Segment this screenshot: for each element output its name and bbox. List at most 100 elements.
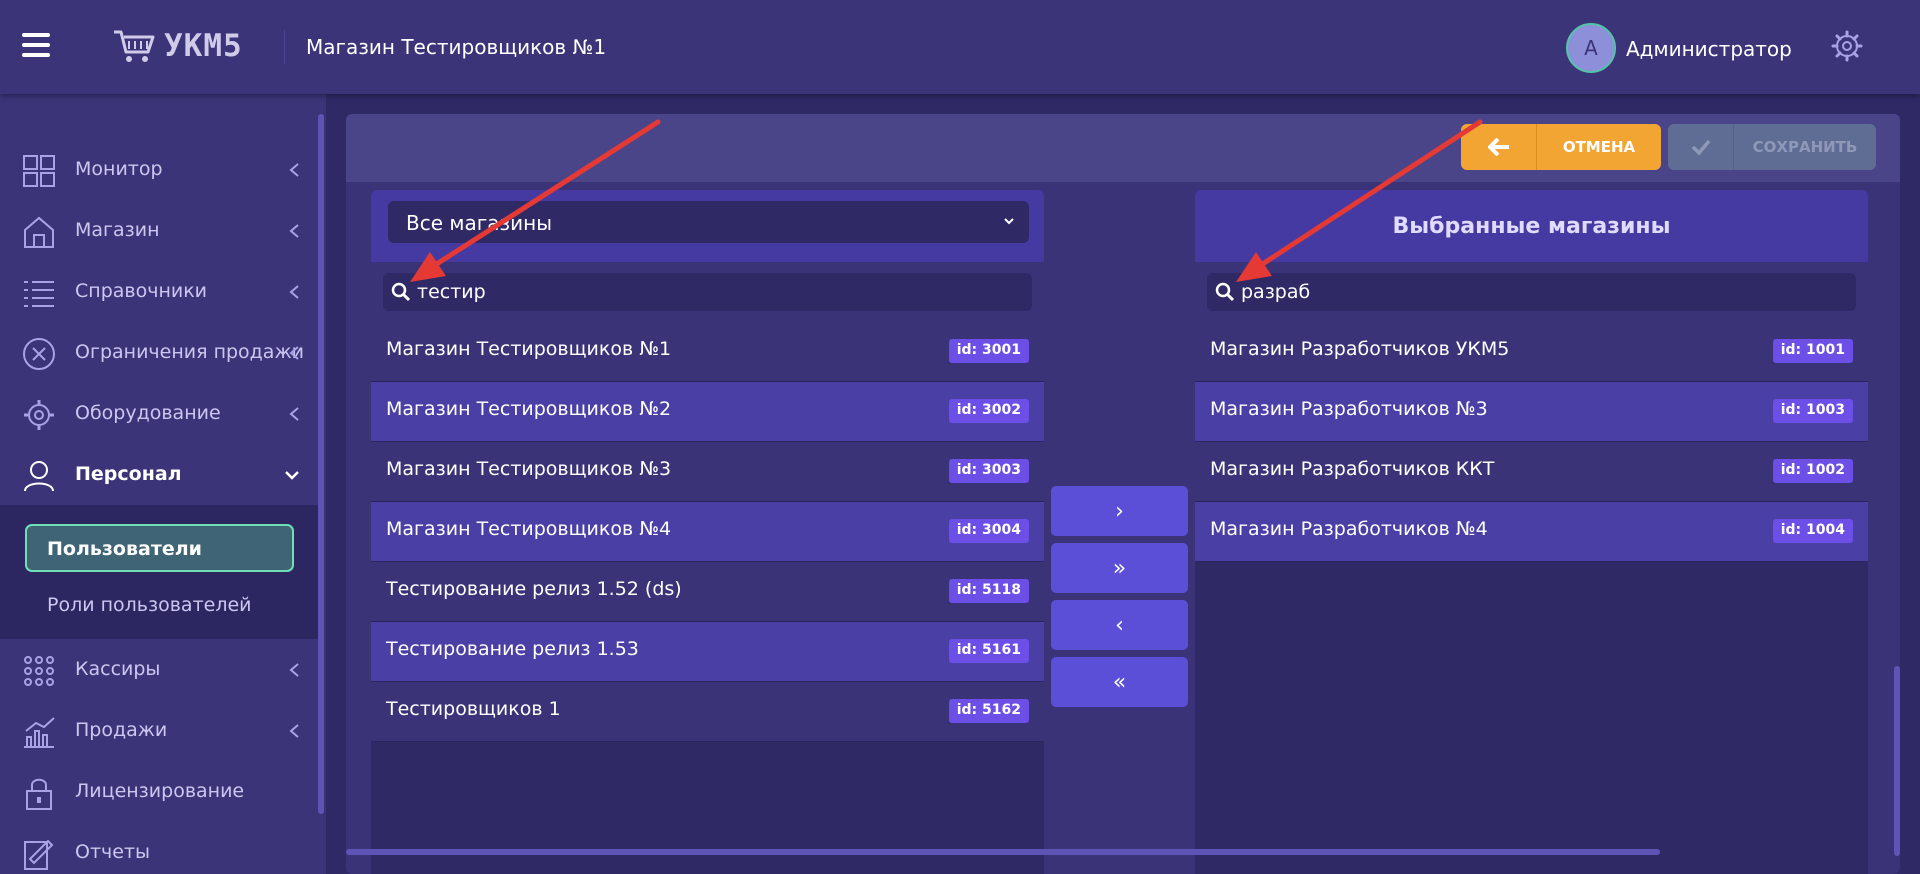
search-box [1207, 273, 1856, 311]
chevron-left-icon [289, 663, 299, 677]
store-name: Тестирование релиз 1.52 (ds) [386, 578, 682, 600]
chevron-left-icon [289, 724, 299, 738]
report-icon [24, 839, 54, 870]
search-row [371, 262, 1044, 322]
sidebar-item-sales[interactable]: Продажи [0, 701, 318, 761]
sidebar-item-reports[interactable]: Отчеты [0, 823, 318, 874]
user-name[interactable]: Администратор [1626, 37, 1792, 61]
sidebar-item-label: Продажи [75, 719, 168, 741]
move-all-right-button[interactable]: » [1051, 543, 1188, 593]
move-selected-left-button[interactable]: ‹ [1051, 600, 1188, 650]
chevron-left-icon [289, 163, 299, 177]
list-item[interactable]: Магазин Тестировщиков №2 id: 3002 [371, 382, 1044, 442]
chevron-left-icon [289, 407, 299, 421]
store-id-badge: id: 3002 [948, 399, 1029, 423]
sidebar-item-sale-restrictions[interactable]: Ограничения продажи [0, 323, 318, 383]
chevron-left-icon [289, 285, 299, 299]
list-item[interactable]: Магазин Тестировщиков №3 id: 3003 [371, 442, 1044, 502]
move-all-left-button[interactable]: « [1051, 657, 1188, 707]
sidebar-item-store[interactable]: Магазин [0, 201, 318, 261]
sidebar-item-label: Оборудование [75, 402, 221, 424]
check-icon [1691, 139, 1710, 155]
store-filter-select[interactable]: Все магазины [388, 201, 1029, 243]
list-item[interactable]: Магазин Разработчиков №4 id: 1004 [1195, 502, 1868, 562]
chevron-left-icon [289, 224, 299, 238]
store-id-badge: id: 5161 [948, 639, 1029, 663]
panel-title: Выбранные магазины [1392, 213, 1671, 239]
sidebar-item-licensing[interactable]: Лицензирование [0, 762, 318, 822]
avatar[interactable]: А [1566, 23, 1616, 73]
list-item[interactable]: Магазин Разработчиков ККТ id: 1002 [1195, 442, 1868, 502]
sidebar-item-label: Отчеты [75, 841, 151, 863]
search-icon [1215, 282, 1235, 302]
lock-icon [26, 778, 52, 810]
cancel-circle-icon [23, 338, 55, 370]
panel-header: Выбранные магазины [1195, 190, 1868, 262]
sidebar-item-label: Кассиры [75, 658, 161, 680]
chevron-down-icon [285, 471, 299, 480]
store-filter-value: Все магазины [406, 211, 552, 235]
store-id-badge: id: 3001 [948, 339, 1029, 363]
current-store-title: Магазин Тестировщиков №1 [306, 35, 607, 59]
person-icon [24, 461, 54, 492]
list-item[interactable]: Магазин Разработчиков №3 id: 1003 [1195, 382, 1868, 442]
store-id-badge: id: 5162 [948, 699, 1029, 723]
toolbar: ОТМЕНА СОХРАНИТЬ [346, 114, 1900, 182]
store-id-badge: id: 1004 [1772, 519, 1853, 543]
store-name: Магазин Разработчиков ККТ [1210, 458, 1495, 480]
submenu-item-user-roles[interactable]: Роли пользователей [47, 594, 252, 616]
store-id-badge: id: 3004 [948, 519, 1029, 543]
sidebar-item-cashiers[interactable]: Кассиры [0, 640, 318, 700]
available-stores-panel: Все магазины Магазин Тестировщиков №1 id:… [371, 190, 1044, 874]
available-stores-search-input[interactable] [417, 277, 1017, 307]
sidebar-item-label: Справочники [75, 280, 208, 302]
horizontal-scrollbar[interactable] [346, 849, 1660, 855]
cancel-button-label: ОТМЕНА [1562, 138, 1636, 156]
search-row [1195, 262, 1868, 322]
submenu-item-users[interactable]: Пользователи [25, 524, 294, 572]
selected-stores-list: Магазин Разработчиков УКМ5 id: 1001 Магаз… [1195, 322, 1868, 562]
store-id-badge: id: 1003 [1772, 399, 1853, 423]
sidebar-scrollbar[interactable] [318, 114, 324, 814]
store-name: Магазин Разработчиков №3 [1210, 398, 1488, 420]
settings-gear-icon[interactable] [1831, 30, 1863, 62]
list-item[interactable]: Тестировщиков 1 id: 5162 [371, 682, 1044, 742]
sidebar-item-label: Лицензирование [75, 780, 245, 802]
list-item[interactable]: Магазин Тестировщиков №1 id: 3001 [371, 322, 1044, 382]
main-content: ОТМЕНА СОХРАНИТЬ Все магазины Магазин Те… [346, 114, 1900, 874]
store-name: Магазин Разработчиков УКМ5 [1210, 338, 1510, 360]
move-selected-right-button[interactable]: › [1051, 486, 1188, 536]
arrow-left-icon [1487, 138, 1509, 156]
list-item[interactable]: Тестирование релиз 1.52 (ds) id: 5118 [371, 562, 1044, 622]
chart-icon [24, 717, 55, 748]
dots-grid-icon [24, 656, 54, 686]
dashboard-icon [23, 155, 55, 187]
search-icon [391, 282, 411, 302]
store-name: Тестирование релиз 1.53 [386, 638, 639, 660]
list-item[interactable]: Тестирование релиз 1.53 id: 5161 [371, 622, 1044, 682]
selected-stores-search-input[interactable] [1241, 277, 1841, 307]
store-icon [24, 216, 54, 248]
save-button-label: СОХРАНИТЬ [1752, 138, 1858, 156]
gear-icon [24, 400, 54, 430]
list-item[interactable]: Магазин Тестировщиков №4 id: 3004 [371, 502, 1044, 562]
cancel-button[interactable]: ОТМЕНА [1461, 124, 1661, 170]
list-icon [24, 281, 54, 307]
sidebar-item-monitor[interactable]: Монитор [0, 140, 318, 200]
store-name: Магазин Тестировщиков №2 [386, 398, 672, 420]
store-name: Магазин Тестировщиков №4 [386, 518, 672, 540]
store-name: Магазин Разработчиков №4 [1210, 518, 1488, 540]
store-id-badge: id: 1002 [1772, 459, 1853, 483]
vertical-scrollbar[interactable] [1894, 666, 1900, 856]
store-name: Магазин Тестировщиков №3 [386, 458, 672, 480]
sidebar-item-directories[interactable]: Справочники [0, 262, 318, 322]
sidebar-item-equipment[interactable]: Оборудование [0, 384, 318, 444]
list-item[interactable]: Магазин Разработчиков УКМ5 id: 1001 [1195, 322, 1868, 382]
hamburger-menu-icon[interactable] [22, 33, 50, 57]
sidebar-item-personnel[interactable]: Персонал [0, 445, 318, 505]
top-header: УКМ5 Магазин Тестировщиков №1 А Админист… [0, 0, 1920, 94]
store-name: Магазин Тестировщиков №1 [386, 338, 672, 360]
selected-stores-panel: Выбранные магазины Магазин Разработчиков… [1195, 190, 1868, 874]
logo[interactable]: УКМ5 [112, 24, 243, 68]
save-button[interactable]: СОХРАНИТЬ [1668, 124, 1876, 170]
